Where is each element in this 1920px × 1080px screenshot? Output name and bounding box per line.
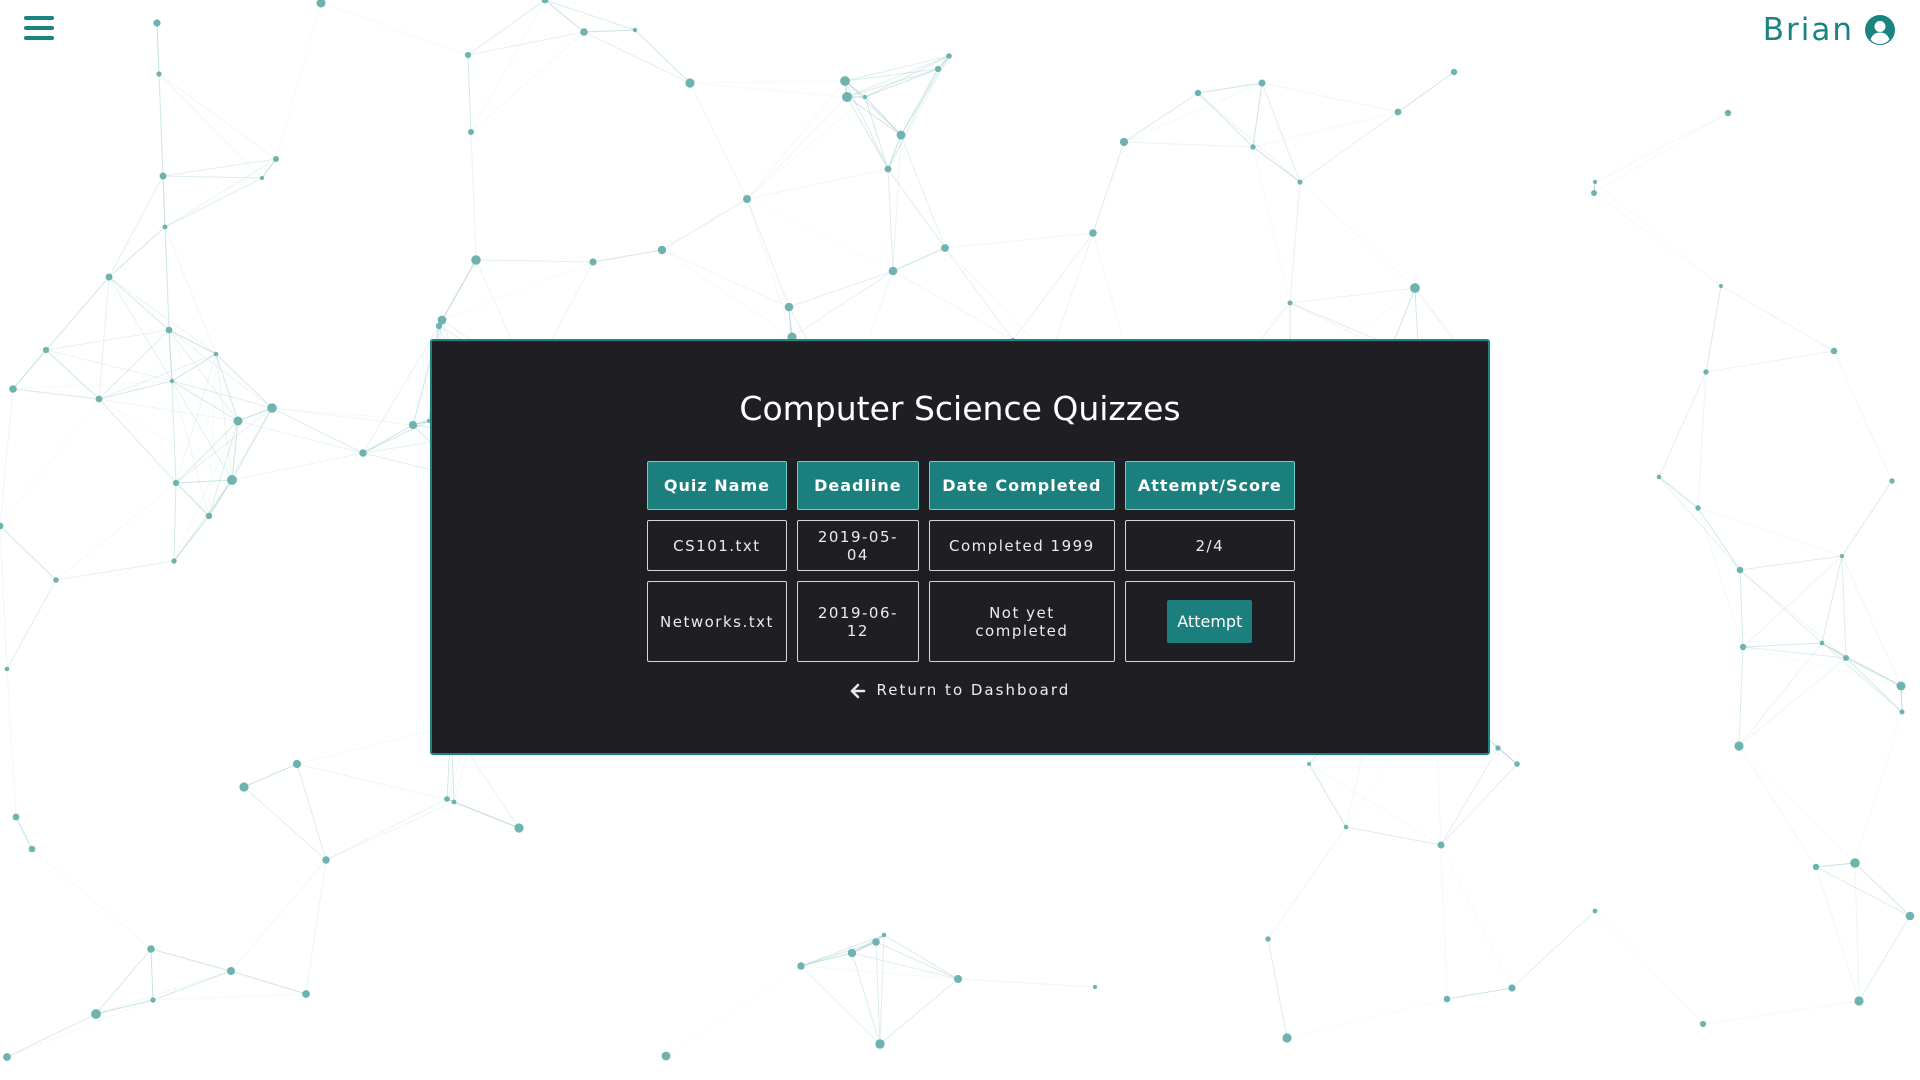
return-to-dashboard-label: Return to Dashboard [876, 681, 1071, 699]
deadline-cell: 2019-05-04 [796, 520, 919, 571]
quiz-panel: Computer Science Quizzes Quiz Name Deadl… [430, 339, 1490, 755]
arrow-left-icon [850, 683, 866, 698]
page-title: Computer Science Quizzes [739, 389, 1181, 428]
column-header-deadline: Deadline [796, 461, 919, 510]
date-completed-cell: Not yet completed [928, 581, 1115, 662]
table-header-row: Quiz Name Deadline Date Completed Attemp… [647, 461, 1295, 510]
quiz-name-cell: CS101.txt [647, 520, 787, 571]
quiz-name-cell: Networks.txt [647, 581, 787, 662]
quiz-table: Quiz Name Deadline Date Completed Attemp… [637, 451, 1305, 672]
attempt-button[interactable]: Attempt [1167, 600, 1253, 643]
score-cell: 2/4 [1124, 520, 1295, 571]
return-to-dashboard-link[interactable]: Return to Dashboard [432, 681, 1488, 699]
user-name: Brian [1762, 12, 1854, 48]
table-row: CS101.txt 2019-05-04 Completed 1999 2/4 [647, 520, 1295, 571]
table-row: Networks.txt 2019-06-12 Not yet complete… [647, 581, 1295, 662]
column-header-date-completed: Date Completed [928, 461, 1115, 510]
column-header-quiz-name: Quiz Name [647, 461, 787, 510]
hamburger-menu-icon[interactable] [24, 16, 54, 42]
column-header-attempt-score: Attempt/Score [1124, 461, 1295, 510]
user-circle-icon [1865, 15, 1895, 45]
deadline-cell: 2019-06-12 [796, 581, 919, 662]
user-menu[interactable]: Brian [1763, 12, 1896, 48]
date-completed-cell: Completed 1999 [928, 520, 1115, 571]
attempt-cell: Attempt [1124, 581, 1295, 662]
